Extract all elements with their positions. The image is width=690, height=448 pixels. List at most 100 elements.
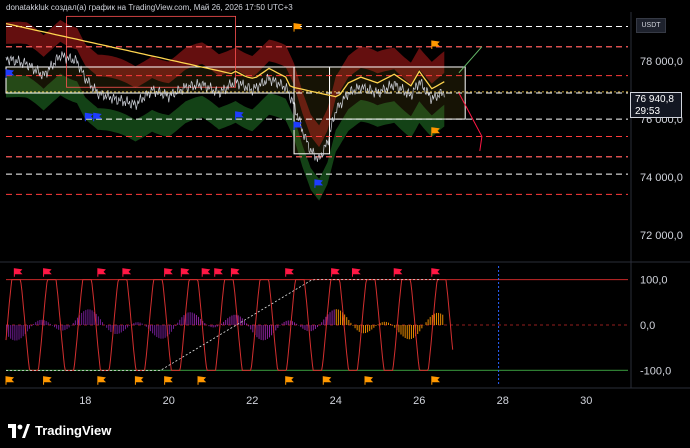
osc-histogram-bar (187, 312, 189, 325)
osc-histogram-bar (306, 325, 308, 331)
osc-histogram-bar (181, 317, 183, 325)
osc-histogram-bar (81, 312, 83, 325)
osc-histogram-bar (321, 322, 323, 325)
osc-histogram-bar (369, 325, 371, 332)
osc-histogram-bar (323, 319, 325, 325)
osc-histogram-bar (266, 325, 268, 339)
osc-histogram-bar (162, 325, 164, 339)
osc-histogram-bar (18, 325, 20, 340)
osc-histogram-bar (99, 319, 101, 325)
osc-histogram-bar (310, 325, 312, 332)
osc-histogram-bar (312, 325, 314, 331)
osc-histogram-bar (135, 322, 137, 325)
osc-histogram-bar (406, 325, 408, 339)
time-axis-label: 22 (246, 395, 258, 407)
last-price-value: 76 940,8 (635, 94, 674, 105)
osc-histogram-bar (223, 321, 225, 325)
time-axis-label: 30 (580, 395, 592, 407)
osc-histogram-bar (76, 317, 78, 325)
osc-histogram-bar (400, 325, 402, 335)
osc-histogram-bar (114, 325, 116, 334)
osc-histogram-bar (179, 319, 181, 325)
osc-histogram-bar (348, 319, 350, 325)
osc-histogram-bar (250, 325, 252, 330)
osc-histogram-bar (333, 309, 335, 325)
osc-histogram-bar (10, 325, 12, 339)
osc-histogram-bar (377, 324, 379, 325)
osc-histogram-bar (339, 310, 341, 325)
osc-histogram-bar (49, 323, 51, 325)
osc-histogram-bar (271, 325, 273, 336)
osc-histogram-bar (371, 325, 373, 330)
tradingview-logo[interactable]: TradingView (8, 423, 111, 438)
osc-histogram-bar (248, 325, 250, 327)
osc-histogram-bar (208, 325, 210, 327)
osc-histogram-bar (398, 325, 400, 333)
osc-histogram-bar (170, 325, 172, 332)
osc-histogram-bar (91, 310, 93, 325)
osc-histogram-bar (16, 325, 18, 341)
osc-histogram-bar (87, 309, 89, 325)
osc-histogram-bar (210, 325, 212, 328)
osc-histogram-bar (31, 325, 33, 327)
osc-histogram-bar (68, 325, 70, 328)
osc-histogram-bar (413, 325, 415, 338)
tradingview-logo-icon (8, 423, 30, 438)
osc-histogram-bar (108, 325, 110, 331)
osc-histogram-bar (64, 325, 66, 331)
osc-histogram-bar (102, 322, 104, 325)
osc-histogram-bar (156, 325, 158, 337)
osc-histogram-bar (362, 325, 364, 334)
osc-histogram-bar (294, 322, 296, 325)
price-axis-label: 72 000,0 (640, 230, 683, 242)
osc-histogram-bar (390, 323, 392, 325)
osc-histogram-bar (141, 323, 143, 325)
osc-histogram-bar (417, 325, 419, 334)
osc-histogram-bar (354, 325, 356, 329)
osc-histogram-bar (54, 325, 56, 328)
osc-histogram-bar (189, 312, 191, 325)
osc-histogram-bar (429, 316, 431, 325)
osc-histogram-bar (258, 325, 260, 339)
osc-histogram-bar (204, 323, 206, 325)
osc-histogram-bar (193, 313, 195, 325)
range-box (293, 66, 331, 155)
time-axis-label: 26 (413, 395, 425, 407)
osc-histogram-bar (89, 309, 91, 325)
osc-histogram-bar (45, 321, 47, 325)
osc-histogram-bar (139, 322, 141, 325)
osc-histogram-bar (164, 325, 166, 338)
osc-histogram-bar (287, 320, 289, 325)
osc-histogram-bar (317, 325, 318, 328)
osc-histogram-bar (281, 323, 283, 325)
tradingview-chart[interactable]: 72 000,074 000,076 000,078 000,0100,00,0… (0, 0, 690, 448)
osc-histogram-bar (129, 325, 131, 326)
osc-histogram-bar (8, 325, 10, 337)
osc-histogram-bar (268, 325, 270, 338)
osc-histogram-bar (133, 323, 135, 325)
osc-histogram-bar (296, 323, 298, 325)
osc-histogram-bar (243, 320, 245, 325)
osc-histogram-bar (264, 325, 266, 340)
osc-histogram-bar (227, 318, 229, 325)
osc-histogram-bar (158, 325, 160, 339)
osc-histogram-bar (110, 325, 112, 333)
osc-histogram-bar (127, 325, 129, 328)
symbol-badge[interactable]: USDT (636, 18, 666, 33)
osc-histogram-bar (356, 325, 358, 331)
time-axis-label: 28 (497, 395, 509, 407)
osc-histogram-bar (66, 325, 68, 330)
osc-histogram-bar (402, 325, 404, 337)
osc-histogram-bar (62, 325, 64, 331)
osc-histogram-bar (214, 325, 216, 328)
osc-histogram-bar (152, 325, 154, 334)
time-axis-label: 18 (79, 395, 91, 407)
osc-histogram-bar (120, 325, 122, 333)
osc-histogram-bar (229, 316, 231, 325)
chart-caption: donatakkluk создал(а) график на TradingV… (6, 3, 293, 12)
osc-histogram-bar (39, 319, 41, 325)
osc-histogram-bar (160, 325, 162, 339)
osc-histogram-bar (43, 320, 45, 325)
osc-histogram-bar (116, 325, 118, 335)
osc-histogram-bar (154, 325, 156, 336)
